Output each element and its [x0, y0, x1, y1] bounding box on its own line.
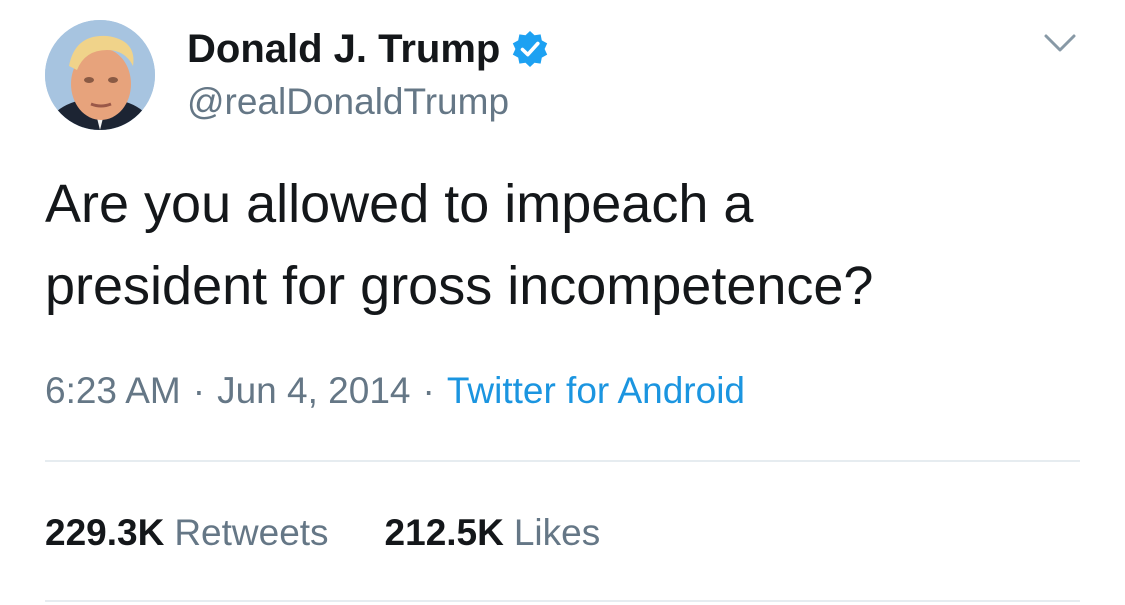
likes-stat[interactable]: 212.5K Likes — [385, 510, 601, 556]
divider — [45, 460, 1080, 462]
meta-separator: · — [192, 370, 206, 411]
meta-separator: · — [422, 370, 435, 411]
tweet-stats: 229.3K Retweets 212.5K Likes — [45, 510, 656, 556]
likes-label: Likes — [513, 512, 601, 553]
tweet-date[interactable]: Jun 4, 2014 — [217, 370, 410, 411]
divider — [45, 600, 1080, 602]
verified-badge-icon — [510, 29, 550, 69]
chevron-down-icon[interactable] — [1042, 28, 1078, 58]
tweet-meta: 6:23 AM · Jun 4, 2014 · Twitter for Android — [45, 368, 745, 414]
tweet-card: Donald J. Trump @realDonaldTrump Are you… — [0, 0, 1125, 605]
likes-count: 212.5K — [384, 512, 504, 553]
author-handle[interactable]: @realDonaldTrump — [187, 80, 509, 124]
author-display-name-row[interactable]: Donald J. Trump — [187, 26, 550, 72]
author-display-name[interactable]: Donald J. Trump — [187, 26, 500, 72]
retweets-stat[interactable]: 229.3K Retweets — [45, 510, 329, 556]
tweet-time[interactable]: 6:23 AM — [45, 370, 181, 411]
avatar-image — [45, 20, 155, 130]
retweets-label: Retweets — [174, 512, 329, 553]
tweet-source-link[interactable]: Twitter for Android — [447, 370, 745, 411]
avatar[interactable] — [45, 20, 155, 130]
retweets-count: 229.3K — [45, 512, 165, 553]
tweet-text: Are you allowed to impeach a president f… — [45, 174, 874, 316]
